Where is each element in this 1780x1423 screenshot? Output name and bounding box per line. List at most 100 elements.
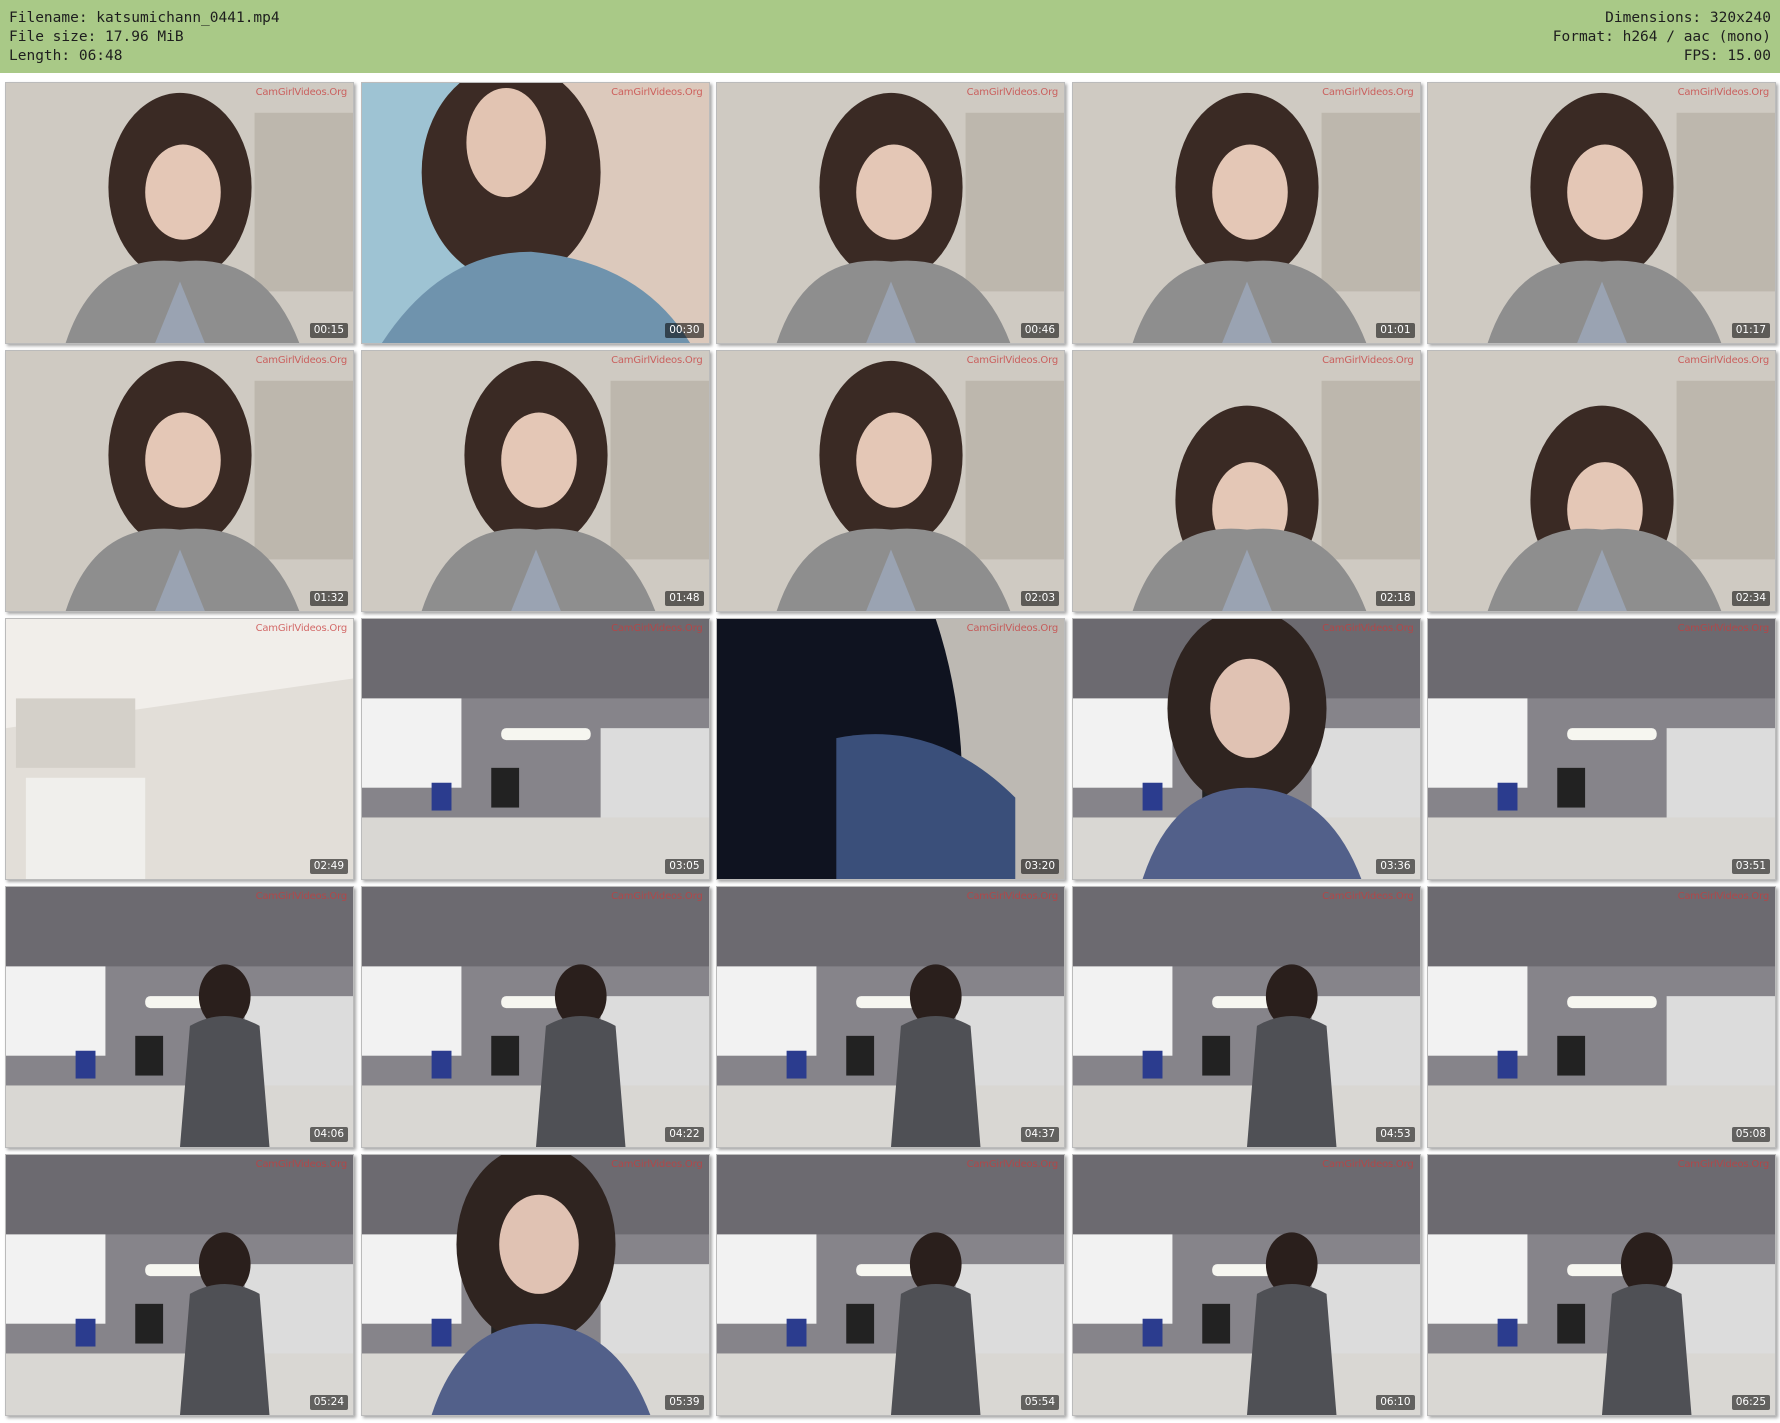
watermark-text: CamGirlVideos.Org — [611, 87, 703, 98]
timestamp-label: 01:48 — [665, 591, 704, 606]
timestamp-label: 00:15 — [309, 323, 348, 338]
thumbnail-image — [6, 1155, 353, 1415]
video-thumbnail[interactable]: CamGirlVideos.Org 01:32 — [5, 350, 354, 612]
video-thumbnail[interactable]: CamGirlVideos.Org 05:39 — [360, 1154, 710, 1416]
timestamp-label: 03:20 — [1020, 859, 1059, 874]
thumbnail-image — [1072, 83, 1420, 343]
timestamp-label: 04:22 — [665, 1127, 704, 1142]
thumbnail-image — [717, 1155, 1064, 1415]
watermark-text: CamGirlVideos.Org — [1677, 87, 1770, 98]
watermark-text: CamGirlVideos.Org — [1322, 623, 1414, 634]
watermark-text: CamGirlVideos.Org — [1322, 87, 1414, 98]
watermark-text: CamGirlVideos.Org — [966, 1159, 1059, 1170]
thumbnail-image — [1428, 1155, 1775, 1415]
timestamp-label: 02:18 — [1376, 591, 1415, 606]
thumbnail-image — [717, 619, 1064, 879]
thumbnail-image — [1072, 351, 1420, 611]
video-thumbnail[interactable]: CamGirlVideos.Org 05:08 — [1427, 886, 1776, 1148]
thumbnail-image — [6, 619, 353, 879]
thumbnail-image — [6, 351, 353, 611]
video-thumbnail[interactable]: CamGirlVideos.Org 00:15 — [5, 82, 354, 344]
timestamp-label: 03:36 — [1376, 859, 1415, 874]
video-thumbnail[interactable]: CamGirlVideos.Org 06:25 — [1427, 1154, 1776, 1416]
timestamp-label: 02:03 — [1020, 591, 1059, 606]
thumbnail-image — [6, 83, 353, 343]
video-thumbnail[interactable]: CamGirlVideos.Org 02:03 — [716, 350, 1065, 612]
timestamp-label: 06:25 — [1731, 1395, 1770, 1410]
timestamp-label: 06:10 — [1376, 1395, 1415, 1410]
timestamp-label: 02:34 — [1731, 591, 1770, 606]
watermark-text: CamGirlVideos.Org — [966, 355, 1059, 366]
timestamp-label: 05:39 — [665, 1395, 704, 1410]
video-thumbnail[interactable]: CamGirlVideos.Org 00:46 — [716, 82, 1065, 344]
watermark-text: CamGirlVideos.Org — [255, 1159, 348, 1170]
watermark-text: CamGirlVideos.Org — [1322, 891, 1414, 902]
video-thumbnail[interactable]: CamGirlVideos.Org 04:06 — [5, 886, 354, 1148]
watermark-text: CamGirlVideos.Org — [1677, 355, 1770, 366]
video-thumbnail[interactable]: CamGirlVideos.Org 01:17 — [1427, 82, 1776, 344]
timestamp-label: 02:49 — [309, 859, 348, 874]
watermark-text: CamGirlVideos.Org — [611, 891, 703, 902]
thumbnail-image — [361, 83, 709, 343]
video-thumbnail[interactable]: CamGirlVideos.Org 06:10 — [1071, 1154, 1421, 1416]
watermark-text: CamGirlVideos.Org — [611, 355, 703, 366]
thumbnail-image — [361, 351, 709, 611]
thumbnail-image — [1428, 619, 1775, 879]
video-thumbnail[interactable]: CamGirlVideos.Org 03:20 — [716, 618, 1065, 880]
video-thumbnail[interactable]: CamGirlVideos.Org 01:01 — [1071, 82, 1421, 344]
thumbnail-image — [1072, 1155, 1420, 1415]
timestamp-label: 04:06 — [309, 1127, 348, 1142]
timestamp-label: 05:24 — [309, 1395, 348, 1410]
watermark-text: CamGirlVideos.Org — [255, 355, 348, 366]
thumbnail-image — [1072, 619, 1420, 879]
timestamp-label: 01:01 — [1376, 323, 1415, 338]
video-thumbnail[interactable]: CamGirlVideos.Org 01:48 — [360, 350, 710, 612]
thumbnail-image — [1428, 887, 1775, 1147]
video-thumbnail[interactable]: CamGirlVideos.Org 03:05 — [360, 618, 710, 880]
timestamp-label: 04:53 — [1376, 1127, 1415, 1142]
timestamp-label: 01:17 — [1731, 323, 1770, 338]
watermark-text: CamGirlVideos.Org — [1677, 891, 1770, 902]
timestamp-label: 00:46 — [1020, 323, 1059, 338]
timestamp-label: 04:37 — [1020, 1127, 1059, 1142]
video-thumbnail[interactable]: CamGirlVideos.Org 02:18 — [1071, 350, 1421, 612]
watermark-text: CamGirlVideos.Org — [1322, 1159, 1414, 1170]
thumbnail-image — [6, 887, 353, 1147]
thumbnail-image — [717, 83, 1064, 343]
video-thumbnail[interactable]: CamGirlVideos.Org 04:22 — [360, 886, 710, 1148]
watermark-text: CamGirlVideos.Org — [966, 623, 1059, 634]
video-thumbnail[interactable]: CamGirlVideos.Org 02:34 — [1427, 350, 1776, 612]
watermark-text: CamGirlVideos.Org — [255, 87, 348, 98]
timestamp-label: 01:32 — [309, 591, 348, 606]
thumbnail-image — [361, 887, 709, 1147]
video-thumbnail[interactable]: CamGirlVideos.Org 03:51 — [1427, 618, 1776, 880]
timestamp-label: 03:51 — [1731, 859, 1770, 874]
video-thumbnail[interactable]: CamGirlVideos.Org 04:53 — [1071, 886, 1421, 1148]
thumbnail-image — [717, 351, 1064, 611]
video-thumbnail[interactable]: CamGirlVideos.Org 00:30 — [360, 82, 710, 344]
thumbnail-image — [361, 1155, 709, 1415]
video-thumbnail[interactable]: CamGirlVideos.Org 05:24 — [5, 1154, 354, 1416]
watermark-text: CamGirlVideos.Org — [1677, 1159, 1770, 1170]
thumbnail-image — [361, 619, 709, 879]
video-thumbnail[interactable]: CamGirlVideos.Org 02:49 — [5, 618, 354, 880]
thumbnail-image — [1072, 887, 1420, 1147]
timestamp-label: 05:54 — [1020, 1395, 1059, 1410]
video-thumbnail[interactable]: CamGirlVideos.Org 04:37 — [716, 886, 1065, 1148]
thumbnail-image — [717, 887, 1064, 1147]
thumbnail-image — [1428, 83, 1775, 343]
timestamp-label: 03:05 — [665, 859, 704, 874]
thumbnail-image — [1428, 351, 1775, 611]
watermark-text: CamGirlVideos.Org — [966, 87, 1059, 98]
watermark-text: CamGirlVideos.Org — [1322, 355, 1414, 366]
watermark-text: CamGirlVideos.Org — [611, 1159, 703, 1170]
watermark-text: CamGirlVideos.Org — [966, 891, 1059, 902]
watermark-text: CamGirlVideos.Org — [255, 891, 348, 902]
thumbnail-grid: CamGirlVideos.Org 00:15 CamGirlVideos.Org 0… — [0, 0, 1780, 1423]
video-thumbnail[interactable]: CamGirlVideos.Org 03:36 — [1071, 618, 1421, 880]
timestamp-label: 05:08 — [1731, 1127, 1770, 1142]
timestamp-label: 00:30 — [665, 323, 704, 338]
watermark-text: CamGirlVideos.Org — [611, 623, 703, 634]
video-thumbnail[interactable]: CamGirlVideos.Org 05:54 — [716, 1154, 1065, 1416]
watermark-text: CamGirlVideos.Org — [255, 623, 348, 634]
